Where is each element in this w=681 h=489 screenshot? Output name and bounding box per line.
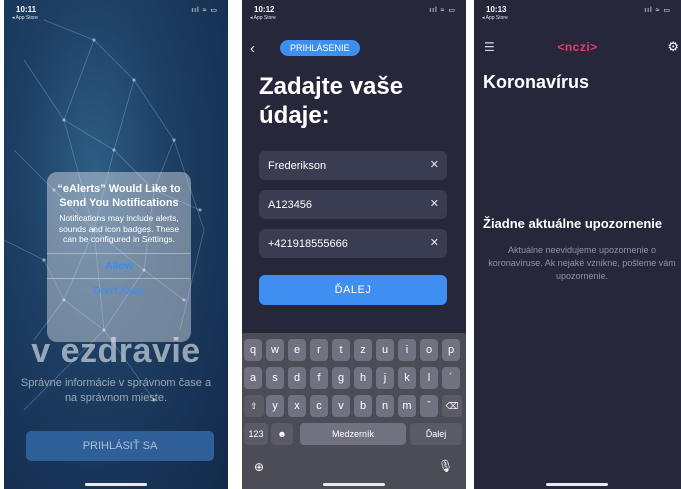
- nav-title: PRIHLÁSENIE: [280, 40, 360, 56]
- return-key[interactable]: Ďalej: [410, 423, 462, 445]
- name-field[interactable]: ✕: [259, 151, 447, 180]
- key-v[interactable]: v: [332, 395, 350, 417]
- home-indicator: [546, 483, 608, 486]
- back-to-app-store-link[interactable]: ◂ App Store: [12, 15, 38, 21]
- key-m[interactable]: m: [398, 395, 416, 417]
- status-bar: 10:12 ◂ App Store ııl ≈ ▭: [242, 0, 466, 26]
- chevron-left-icon[interactable]: ‹: [250, 40, 255, 57]
- key-z[interactable]: z: [354, 339, 372, 361]
- id-input[interactable]: [259, 190, 427, 219]
- globe-icon[interactable]: ⊕: [254, 460, 264, 474]
- key-i[interactable]: i: [398, 339, 416, 361]
- key-o[interactable]: o: [420, 339, 438, 361]
- coronavirus-alerts-screen: 10:13 ◂ App Store ııl ≈ ▭ ☰ <nczi> ⚙ Kor…: [474, 0, 681, 489]
- status-time: 10:12: [254, 5, 275, 14]
- key-r[interactable]: r: [310, 339, 328, 361]
- backspace-icon[interactable]: ⌫: [442, 395, 462, 417]
- key-s[interactable]: s: [266, 367, 284, 389]
- key-x[interactable]: x: [288, 395, 306, 417]
- key-j[interactable]: j: [376, 367, 394, 389]
- status-time: 10:13: [486, 5, 507, 14]
- key-w[interactable]: w: [266, 339, 284, 361]
- allow-button[interactable]: Allow: [47, 252, 191, 278]
- clear-icon[interactable]: ✕: [430, 237, 439, 249]
- empty-state-title: Žiadne aktuálne upozornenie: [483, 216, 663, 231]
- key-a[interactable]: a: [244, 367, 262, 389]
- login-screen: 10:11 ◂ App Store ııl ≈ ▭ v ezdravie Spr…: [4, 0, 228, 489]
- key-u[interactable]: u: [376, 339, 394, 361]
- phone-input[interactable]: [259, 229, 427, 258]
- app-tagline: Správne informácie v správnom čase a na …: [20, 377, 212, 404]
- id-field[interactable]: ✕: [259, 190, 447, 219]
- status-bar: 10:13 ◂ App Store ııl ≈ ▭: [474, 0, 681, 26]
- dialog-message: Notifications may include alerts, sounds…: [58, 213, 180, 244]
- shift-key-icon[interactable]: ⇧: [244, 395, 264, 417]
- identity-form-screen: 10:12 ◂ App Store ııl ≈ ▭ ‹ PRIHLÁSENIE …: [242, 0, 466, 489]
- key-caron[interactable]: ˇ: [420, 395, 438, 417]
- key-t[interactable]: t: [332, 339, 350, 361]
- login-button[interactable]: PRIHLÁSIŤ SA: [26, 431, 214, 461]
- key-l[interactable]: l: [420, 367, 438, 389]
- name-input[interactable]: [259, 151, 427, 180]
- status-time: 10:11: [16, 5, 37, 14]
- back-to-app-store-link[interactable]: ◂ App Store: [482, 15, 508, 21]
- signal-wifi-battery-icon: ııl ≈ ▭: [429, 7, 456, 14]
- clear-icon[interactable]: ✕: [430, 198, 439, 210]
- gear-icon[interactable]: ⚙: [667, 39, 679, 55]
- numbers-key[interactable]: 123: [244, 423, 268, 445]
- dialog-title: “eAlerts” Would Like to Send You Notific…: [57, 183, 181, 209]
- key-c[interactable]: c: [310, 395, 328, 417]
- key-p[interactable]: p: [442, 339, 460, 361]
- key-h[interactable]: h: [354, 367, 372, 389]
- space-key[interactable]: Medzerník: [300, 423, 406, 445]
- dont-allow-button[interactable]: Don't Allow: [47, 277, 191, 303]
- home-indicator: [85, 483, 147, 486]
- key-f[interactable]: f: [310, 367, 328, 389]
- page-title: Koronavírus: [483, 72, 590, 92]
- clear-icon[interactable]: ✕: [430, 159, 439, 171]
- key-e[interactable]: e: [288, 339, 306, 361]
- notification-permission-dialog: “eAlerts” Would Like to Send You Notific…: [47, 172, 191, 342]
- on-screen-keyboard: q w e r t z u i o p a s d f g h j k l ´ …: [242, 333, 466, 489]
- key-y[interactable]: y: [266, 395, 284, 417]
- key-d[interactable]: d: [288, 367, 306, 389]
- home-indicator: [323, 483, 385, 486]
- emoji-icon[interactable]: ☻: [271, 423, 293, 445]
- key-acute[interactable]: ´: [442, 367, 460, 389]
- key-n[interactable]: n: [376, 395, 394, 417]
- signal-wifi-battery-icon: ııl ≈ ▭: [191, 7, 218, 14]
- key-q[interactable]: q: [244, 339, 262, 361]
- key-g[interactable]: g: [332, 367, 350, 389]
- microphone-icon[interactable]: 🎙: [438, 459, 453, 473]
- signal-wifi-battery-icon: ııl ≈ ▭: [644, 7, 671, 14]
- back-to-app-store-link[interactable]: ◂ App Store: [250, 15, 276, 21]
- status-bar: 10:11 ◂ App Store ııl ≈ ▭: [4, 0, 228, 26]
- empty-state-message: Aktuálne neevidujeme upozornenie o koron…: [488, 245, 676, 281]
- page-title: Zadajte vaše údaje:: [259, 73, 404, 129]
- phone-field[interactable]: ✕: [259, 229, 447, 258]
- nczi-logo: <nczi>: [557, 40, 598, 54]
- next-button[interactable]: ĎALEJ: [259, 275, 447, 305]
- key-k[interactable]: k: [398, 367, 416, 389]
- key-b[interactable]: b: [354, 395, 372, 417]
